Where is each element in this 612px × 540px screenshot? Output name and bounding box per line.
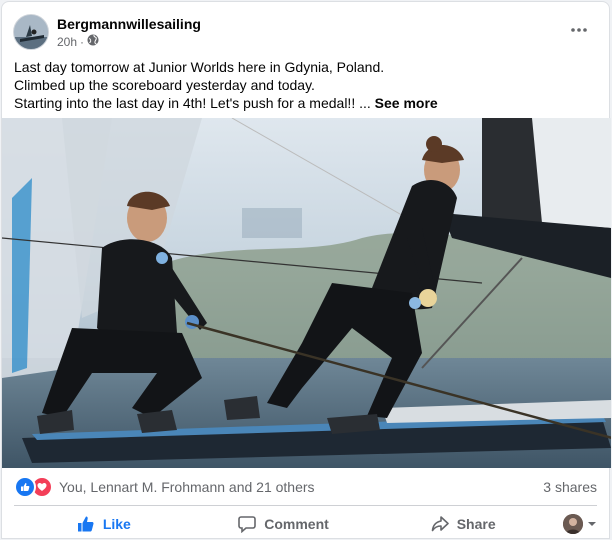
chevron-down-icon bbox=[588, 522, 597, 526]
share-icon bbox=[431, 516, 449, 532]
post-header: Bergmannwillesailing 20h · bbox=[13, 14, 597, 54]
post-text: Last day tomorrow at Junior Worlds here … bbox=[14, 58, 594, 112]
react-as-selector[interactable] bbox=[553, 514, 597, 534]
reaction-summary[interactable]: You, Lennart M. Frohmann and 21 others bbox=[59, 479, 315, 495]
post-text-line: Climbed up the scoreboard yesterday and … bbox=[14, 77, 315, 93]
ellipsis-icon bbox=[571, 28, 587, 32]
share-button[interactable]: Share bbox=[373, 508, 553, 540]
sailing-photo bbox=[2, 118, 611, 468]
page-name[interactable]: Bergmannwillesailing bbox=[57, 16, 201, 32]
post-text-line: Starting into the last day in 4th! Let's… bbox=[14, 94, 594, 112]
avatar-image bbox=[14, 15, 48, 49]
post-card: Bergmannwillesailing 20h · Last day tomo… bbox=[1, 1, 611, 540]
reaction-icons[interactable] bbox=[14, 476, 53, 498]
comment-icon bbox=[238, 516, 257, 533]
see-more-link[interactable]: See more bbox=[375, 95, 438, 111]
more-options-button[interactable] bbox=[567, 20, 591, 40]
post-meta: 20h · bbox=[57, 34, 99, 49]
page-avatar[interactable] bbox=[13, 14, 49, 50]
thumbs-up-icon bbox=[77, 516, 94, 532]
comment-label: Comment bbox=[264, 516, 329, 532]
globe-icon bbox=[87, 34, 99, 49]
post-time[interactable]: 20h bbox=[57, 35, 77, 49]
share-label: Share bbox=[456, 516, 496, 532]
action-bar: Like Comment Share bbox=[14, 508, 597, 540]
post-photo[interactable] bbox=[2, 118, 611, 468]
user-avatar bbox=[563, 514, 584, 534]
comment-button[interactable]: Comment bbox=[194, 508, 374, 540]
divider bbox=[14, 505, 597, 506]
post-text-line-content: Starting into the last day in 4th! Let's… bbox=[14, 95, 371, 111]
shares-count[interactable]: 3 shares bbox=[543, 479, 597, 495]
like-button[interactable]: Like bbox=[14, 508, 194, 540]
post-text-line: Last day tomorrow at Junior Worlds here … bbox=[14, 59, 385, 75]
like-label: Like bbox=[102, 516, 131, 532]
reaction-stats: You, Lennart M. Frohmann and 21 others 3… bbox=[14, 476, 597, 498]
meta-separator: · bbox=[80, 34, 85, 49]
like-icon bbox=[14, 476, 36, 498]
